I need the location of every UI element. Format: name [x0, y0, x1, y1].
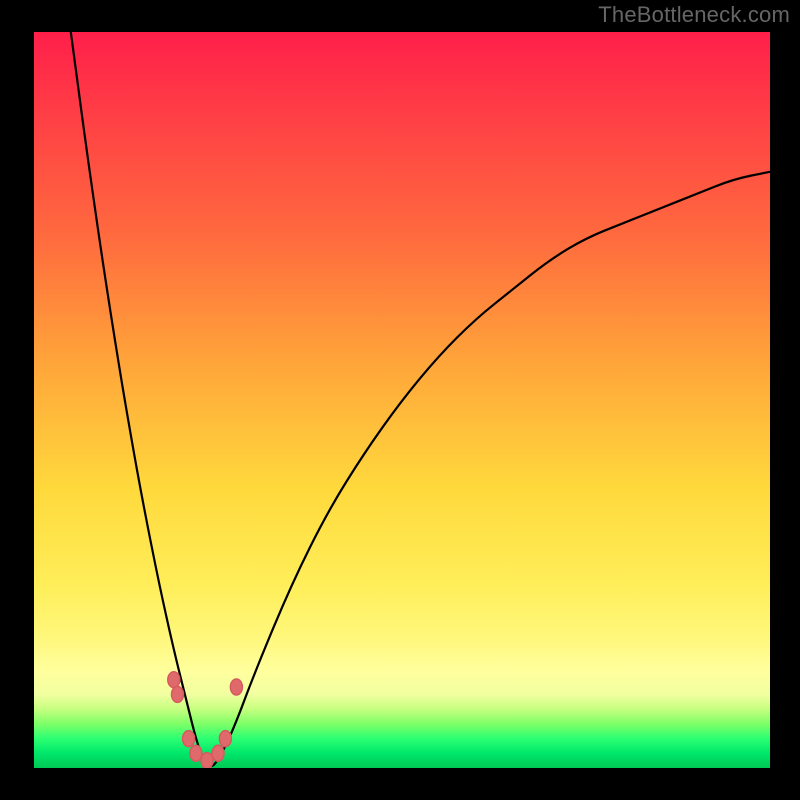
trough-marker: [172, 686, 184, 702]
trough-marker: [212, 745, 224, 761]
trough-marker: [219, 731, 231, 747]
bottleneck-curve: [71, 32, 770, 766]
chart-frame: TheBottleneck.com: [0, 0, 800, 800]
trough-marker: [168, 672, 180, 688]
plot-area: [34, 32, 770, 768]
trough-marker: [201, 753, 213, 768]
trough-marker: [230, 679, 242, 695]
trough-marker: [183, 731, 195, 747]
trough-markers: [168, 672, 243, 768]
watermark-text: TheBottleneck.com: [598, 2, 790, 28]
bottleneck-curve-svg: [34, 32, 770, 768]
trough-marker: [190, 745, 202, 761]
